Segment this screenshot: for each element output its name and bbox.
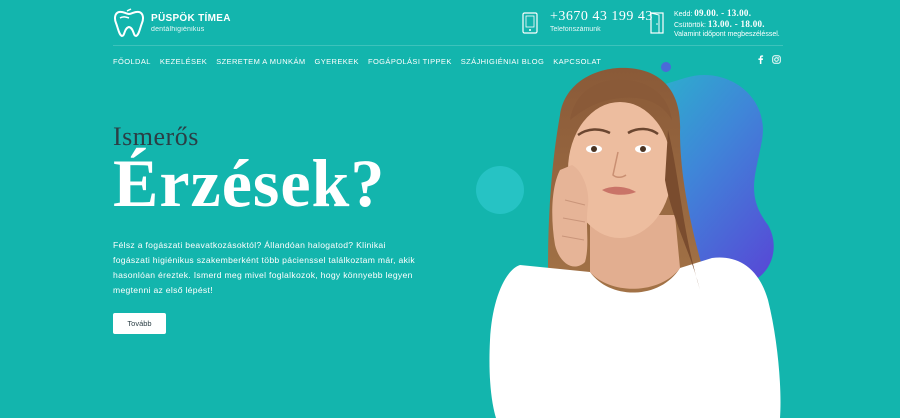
phone-label: Telefonszámunk xyxy=(550,26,601,33)
page: { "brand": { "name": "PÜSPÖK TÍMEA", "su… xyxy=(0,0,900,418)
hero-description: Félsz a fogászati beavatkozásoktól? Álla… xyxy=(113,240,415,295)
phone-number[interactable]: +3670 43 199 43 xyxy=(550,9,653,25)
nav-item-treatments[interactable]: KEZELÉSEK xyxy=(160,57,207,66)
hours-time: 13.00. - 18.00. xyxy=(707,18,765,29)
phone-icon xyxy=(522,12,538,34)
decor-circle xyxy=(476,166,524,214)
decor-circle xyxy=(714,114,738,138)
woman-shirt xyxy=(489,257,781,418)
phone-contact[interactable]: +3670 43 199 43 Telefonszámunk xyxy=(522,9,653,34)
brand-name: PÜSPÖK TÍMEA xyxy=(151,12,231,24)
nav-item-home[interactable]: FŐOLDAL xyxy=(113,57,151,66)
nav-item-about[interactable]: SZERETEM A MUNKÁM xyxy=(216,57,305,66)
hours-day: Kedd: xyxy=(674,11,693,18)
woman-hair xyxy=(540,67,735,418)
nav-item-blog[interactable]: SZÁJHIGIÉNIAI BLOG xyxy=(461,57,544,66)
more-button[interactable]: Tovább xyxy=(113,313,166,334)
facebook-icon[interactable] xyxy=(756,55,765,64)
woman-neck xyxy=(590,215,680,289)
main-nav: FŐOLDAL KEZELÉSEK SZERETEM A MUNKÁM GYER… xyxy=(113,57,601,66)
hours-note: Valamint időpont megbeszéléssel. xyxy=(674,31,780,38)
woman-hand xyxy=(552,165,589,267)
hours-time: 09.00. - 13.00. xyxy=(694,8,752,18)
hours-day: Csütörtök: xyxy=(674,21,706,29)
tooth-logo-icon xyxy=(114,8,144,38)
decor-circle xyxy=(661,62,671,72)
decor-blob xyxy=(585,74,774,300)
hero-title: Érzések? xyxy=(113,145,386,221)
brand-logo[interactable]: PÜSPÖK TÍMEA dentálhigiénikus xyxy=(113,8,231,38)
hours-row-thursday: Csütörtök: 13.00. - 18.00. xyxy=(674,18,780,31)
nav-item-contact[interactable]: KAPCSOLAT xyxy=(553,57,601,66)
nav-item-tips[interactable]: FOGÁPOLÁSI TIPPEK xyxy=(368,57,452,66)
door-icon xyxy=(650,12,664,34)
header-divider xyxy=(113,45,783,46)
social-links xyxy=(756,55,781,64)
nav-item-children[interactable]: GYEREKEK xyxy=(315,57,359,66)
opening-hours: Kedd: 09.00. - 13.00. Csütörtök: 13.00. … xyxy=(650,8,780,40)
brand-subtitle: dentálhigiénikus xyxy=(151,25,205,33)
woman-hair-front xyxy=(570,79,672,120)
woman-face xyxy=(568,102,672,238)
instagram-icon[interactable] xyxy=(772,55,781,64)
